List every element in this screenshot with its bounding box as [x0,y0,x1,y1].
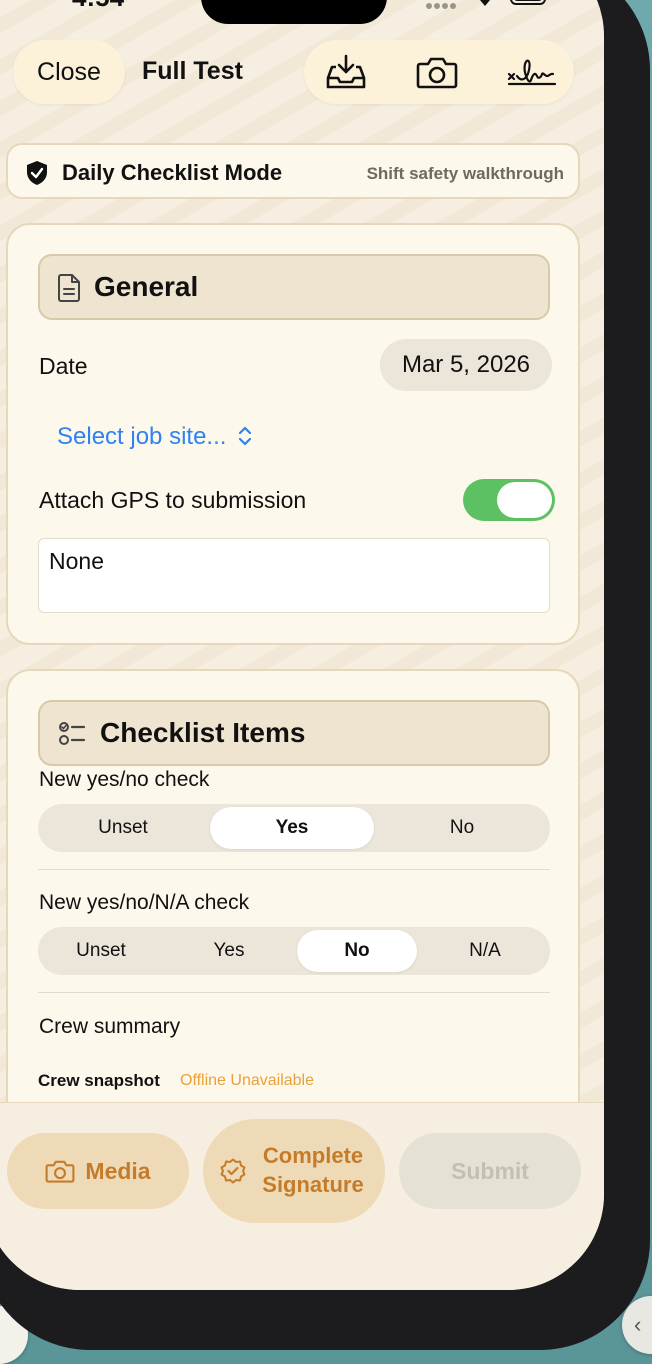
gps-toggle[interactable] [463,479,555,521]
gps-label: Attach GPS to submission [39,487,307,513]
complete-signature-button[interactable]: Complete Signature [203,1119,385,1223]
divider [38,992,550,993]
complete-label-line1: Complete [262,1143,364,1169]
submit-button[interactable]: Submit [399,1133,581,1209]
wifi-icon [480,0,490,6]
segment-no[interactable]: No [380,807,544,849]
cellular-signal-icon [426,0,458,14]
battery-icon [510,0,546,5]
verified-badge-icon [220,1158,246,1184]
checklist-header: Checklist Items [38,700,550,766]
document-icon [58,274,80,302]
general-header: General [38,254,550,320]
segment-yes[interactable]: Yes [210,807,374,849]
segment-unset[interactable]: Unset [41,930,161,972]
signature-icon [507,59,557,86]
crew-summary-label: Crew summary [39,1015,181,1038]
chevron-up-down-icon [238,426,252,446]
media-button[interactable]: Media [7,1133,189,1209]
crew-snapshot-status: Offline Unavailable [180,1072,315,1089]
segment-yes[interactable]: Yes [169,930,289,972]
general-title: General [94,271,199,302]
status-time: 4:54 [72,0,124,13]
media-label: Media [85,1157,151,1184]
checklist-title: Checklist Items [100,717,306,748]
checklist-icon [59,722,86,745]
toolbar [304,40,574,104]
segment-unset[interactable]: Unset [41,807,205,849]
chevron-left-icon: ‹ [634,1312,642,1337]
page-title: Full Test [142,57,243,85]
dynamic-island [201,0,387,24]
yes-no-segmented-control: Unset Yes No [38,804,550,852]
crew-snapshot-label: Crew snapshot [38,1071,160,1090]
checklist-item-label: New yes/no check [39,768,210,791]
checklist-card: Checklist Items New yes/no check Unset Y… [6,669,580,1149]
toggle-knob [497,482,552,518]
signature-button[interactable] [504,50,560,94]
camera-button[interactable] [409,50,465,94]
inbox-download-icon [326,54,366,89]
checklist-item-label: New yes/no/N/A check [39,891,250,914]
phone-frame: 4:54 Close Full Test [0,0,650,1350]
divider [38,869,550,870]
camera-icon [45,1160,75,1183]
mode-subtitle: Shift safety walkthrough [366,164,564,183]
mode-title: Daily Checklist Mode [62,160,283,185]
general-card: General Date Mar 5, 2026 Select job site… [6,223,580,645]
segment-na[interactable]: N/A [425,930,545,972]
complete-signature-label: Complete Signature [258,1142,368,1199]
date-picker[interactable]: Mar 5, 2026 [380,339,552,391]
yes-no-na-segmented-control: Unset Yes No N/A [38,927,550,975]
status-icons [426,0,556,14]
mode-banner: Daily Checklist Mode Shift safety walkth… [6,143,580,199]
app-screen: 4:54 Close Full Test [0,0,604,1290]
complete-label-line2: Signature [262,1172,364,1197]
camera-icon [416,57,458,89]
job-site-label: Select job site... [57,423,227,450]
download-button[interactable] [318,50,374,94]
notes-field[interactable]: None [38,538,550,613]
shield-check-icon [27,161,47,185]
job-site-picker[interactable]: Select job site... [57,423,253,451]
bottom-action-bar: Media Complete Signature Submit [0,1102,604,1290]
segment-no[interactable]: No [297,930,417,972]
close-button[interactable]: Close [13,40,125,104]
date-label: Date [39,353,88,379]
